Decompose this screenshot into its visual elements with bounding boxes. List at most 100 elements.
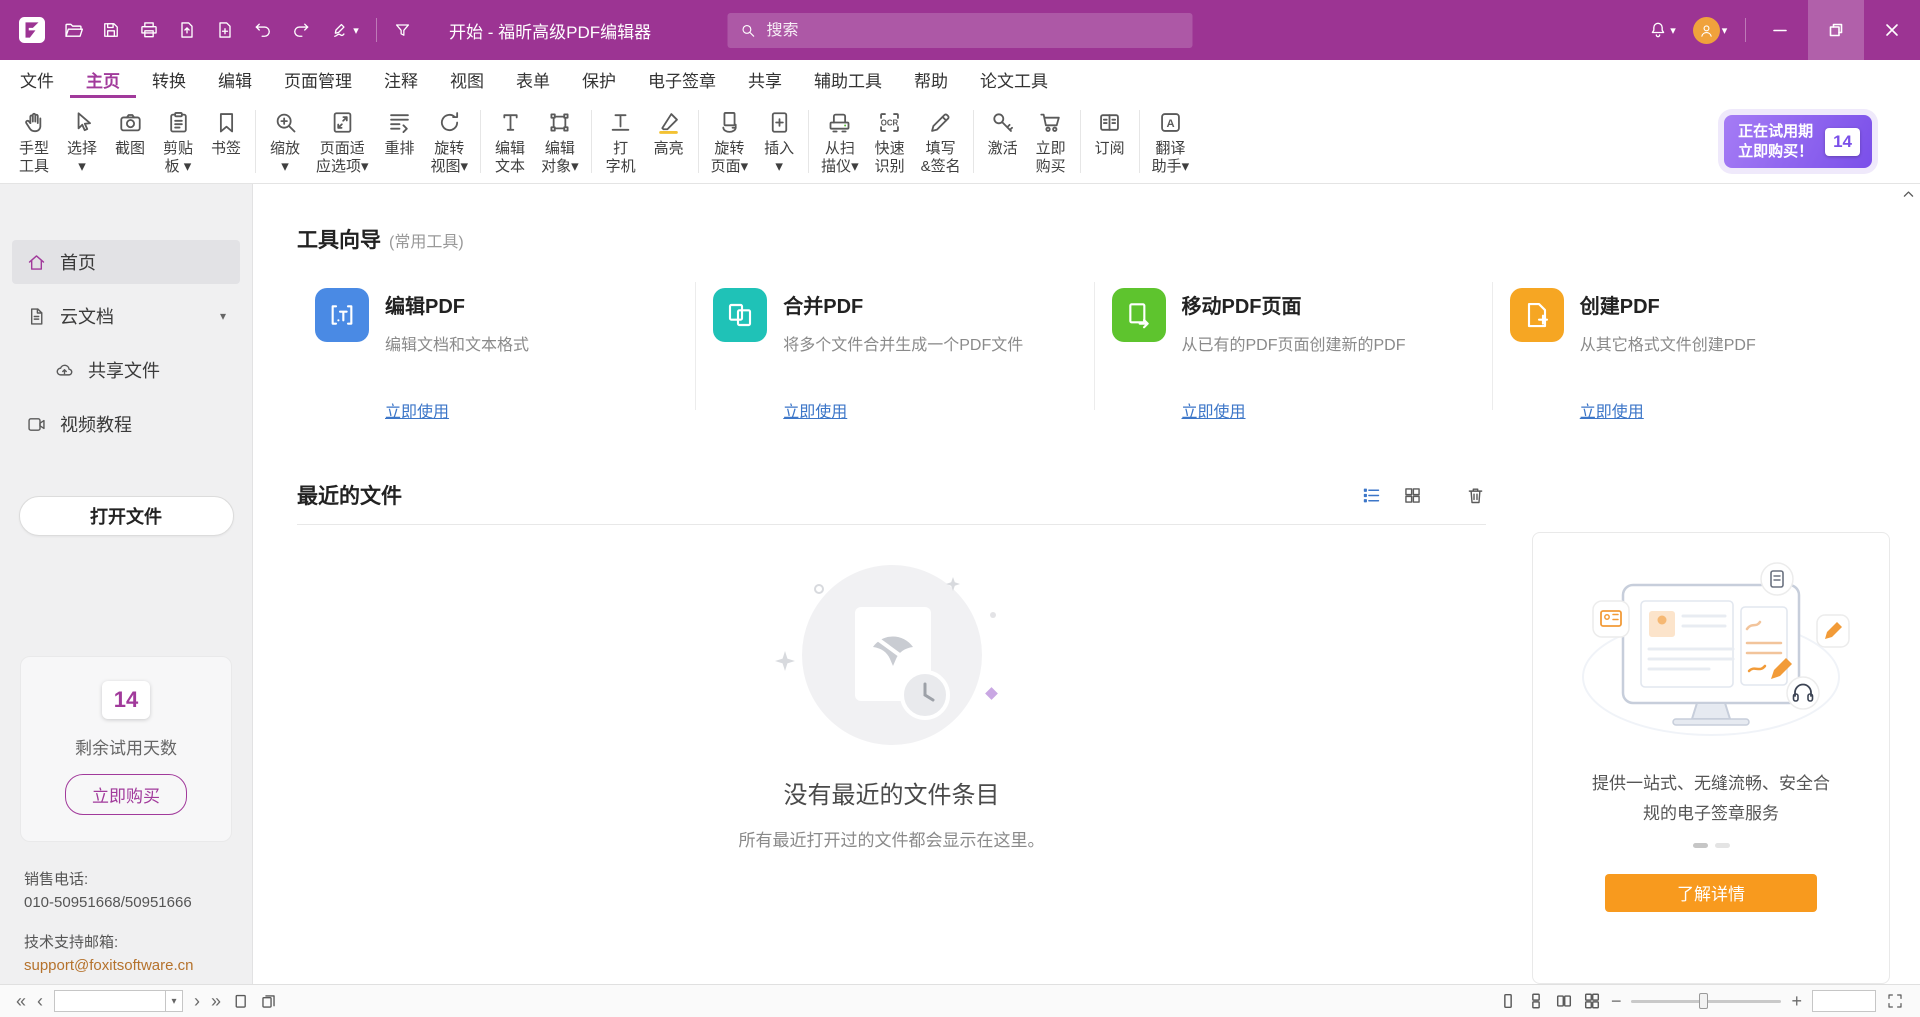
typewriter-button[interactable]: 打 字机 bbox=[597, 100, 645, 183]
zoom-slider-thumb[interactable] bbox=[1699, 993, 1708, 1009]
learn-more-button[interactable]: 了解详情 bbox=[1605, 874, 1817, 912]
use-now-link[interactable]: 立即使用 bbox=[1182, 398, 1246, 422]
menu-comment[interactable]: 注释 bbox=[368, 60, 434, 98]
carousel-dot-active[interactable] bbox=[1693, 843, 1708, 848]
use-now-link[interactable]: 立即使用 bbox=[1580, 398, 1644, 422]
card-desc: 编辑文档和文本格式 bbox=[385, 331, 677, 355]
fullscreen-icon[interactable] bbox=[1886, 992, 1904, 1010]
menu-paper-tools[interactable]: 论文工具 bbox=[964, 60, 1064, 98]
continuous-view-icon[interactable] bbox=[1527, 992, 1545, 1010]
highlight-button[interactable]: 高亮 bbox=[645, 100, 693, 183]
menu-form[interactable]: 表单 bbox=[500, 60, 566, 98]
trash-icon[interactable] bbox=[1465, 485, 1486, 506]
sidebar-item-cloud-docs[interactable]: 云文档 ▾ bbox=[12, 294, 240, 338]
funnel-button[interactable] bbox=[383, 10, 421, 50]
ribbon-divider bbox=[698, 110, 699, 173]
menu-esign[interactable]: 电子签章 bbox=[632, 60, 732, 98]
single-page-copy-icon[interactable] bbox=[232, 993, 249, 1010]
search-box[interactable] bbox=[728, 13, 1193, 48]
prev-page-button[interactable]: ‹ bbox=[37, 992, 43, 1010]
continuous-facing-view-icon[interactable] bbox=[1583, 992, 1601, 1010]
tool-card-merge-pdf[interactable]: 合并PDF 将多个文件合并生成一个PDF文件 立即使用 bbox=[695, 276, 1093, 434]
menu-convert[interactable]: 转换 bbox=[136, 60, 202, 98]
use-now-link[interactable]: 立即使用 bbox=[385, 398, 449, 422]
menu-protect[interactable]: 保护 bbox=[566, 60, 632, 98]
rotate-pages-button[interactable]: 旋转 页面▾ bbox=[704, 100, 756, 183]
reflow-button[interactable]: 重排 bbox=[376, 100, 424, 183]
hand-tool-button[interactable]: 手型 工具 bbox=[10, 100, 58, 183]
list-view-icon[interactable] bbox=[1361, 485, 1382, 506]
bookmark-button[interactable]: 书签 bbox=[202, 100, 250, 183]
fill-sign-button[interactable]: 填写 &签名 bbox=[914, 100, 968, 183]
menu-share[interactable]: 共享 bbox=[732, 60, 798, 98]
edit-text-button[interactable]: 编辑 文本 bbox=[486, 100, 534, 183]
snapshot-button[interactable]: 截图 bbox=[106, 100, 154, 183]
fit-page-options-button[interactable]: 页面适 应选项▾ bbox=[309, 100, 376, 183]
sidebar-item-video-tutorials[interactable]: 视频教程 bbox=[12, 402, 240, 446]
activate-button[interactable]: 激活 bbox=[979, 100, 1027, 183]
tool-card-edit-pdf[interactable]: 编辑PDF 编辑文档和文本格式 立即使用 bbox=[297, 276, 695, 434]
first-page-button[interactable]: « bbox=[16, 992, 26, 1010]
zoom-button[interactable]: 缩放 ▾ bbox=[261, 100, 309, 183]
esign-button[interactable]: ▾ bbox=[320, 10, 370, 50]
next-page-button[interactable]: › bbox=[194, 992, 200, 1010]
undo-button[interactable] bbox=[244, 10, 282, 50]
scrollbar-up-arrow[interactable] bbox=[1902, 188, 1915, 201]
menu-file[interactable]: 文件 bbox=[4, 60, 70, 98]
save-button[interactable] bbox=[92, 10, 130, 50]
edit-object-button[interactable]: 编辑 对象▾ bbox=[534, 100, 586, 183]
menu-accessibility[interactable]: 辅助工具 bbox=[798, 60, 898, 98]
subscribe-button[interactable]: 订阅 bbox=[1086, 100, 1134, 183]
translate-assistant-button[interactable]: A 翻译 助手▾ bbox=[1145, 100, 1197, 183]
single-page-view-icon[interactable] bbox=[1499, 992, 1517, 1010]
chevron-down-icon[interactable]: ▾ bbox=[220, 309, 226, 323]
buy-now-button[interactable]: 立即 购买 bbox=[1027, 100, 1075, 183]
menu-view[interactable]: 视图 bbox=[434, 60, 500, 98]
buy-now-pill-button[interactable]: 立即购买 bbox=[65, 774, 187, 815]
last-page-button[interactable]: » bbox=[211, 992, 221, 1010]
support-email-address[interactable]: support@foxitsoftware.cn bbox=[24, 954, 252, 977]
open-file-button[interactable] bbox=[54, 10, 92, 50]
trial-buy-badge[interactable]: 正在试用期 立即购买！ 14 bbox=[1724, 115, 1872, 168]
move-pdf-pages-icon bbox=[1112, 288, 1166, 342]
titlebar: ▾ 开始 - 福昕高级PDF编辑器 ▾ ▾ bbox=[0, 0, 1920, 60]
tool-card-create-pdf[interactable]: 创建PDF 从其它格式文件创建PDF 立即使用 bbox=[1492, 276, 1890, 434]
menu-help[interactable]: 帮助 bbox=[898, 60, 964, 98]
sidebar-item-shared-files[interactable]: 共享文件 bbox=[12, 348, 240, 392]
tool-card-move-pdf-pages[interactable]: 移动PDF页面 从已有的PDF页面创建新的PDF 立即使用 bbox=[1094, 276, 1492, 434]
account-button[interactable]: ▾ bbox=[1681, 10, 1739, 50]
grid-view-icon[interactable] bbox=[1402, 485, 1423, 506]
zoom-percent-input[interactable] bbox=[1812, 990, 1876, 1012]
ocr-button[interactable]: OCR 快速 识别 bbox=[866, 100, 914, 183]
menu-edit[interactable]: 编辑 bbox=[202, 60, 268, 98]
export-pdf-button[interactable] bbox=[168, 10, 206, 50]
menu-page-management[interactable]: 页面管理 bbox=[268, 60, 368, 98]
carousel-dot[interactable] bbox=[1715, 843, 1730, 848]
multi-page-copy-icon[interactable] bbox=[260, 993, 277, 1010]
zoom-out-button[interactable]: − bbox=[1611, 992, 1622, 1010]
clipboard-button[interactable]: 剪贴 板 ▾ bbox=[154, 100, 202, 183]
open-file-pill-button[interactable]: 打开文件 bbox=[19, 496, 234, 536]
zoom-slider[interactable] bbox=[1631, 1000, 1781, 1003]
ribbon-divider bbox=[1080, 110, 1081, 173]
facing-view-icon[interactable] bbox=[1555, 992, 1573, 1010]
page-number-input[interactable] bbox=[55, 991, 165, 1011]
rotate-view-button[interactable]: 旋转 视图▾ bbox=[424, 100, 476, 183]
redo-button[interactable] bbox=[282, 10, 320, 50]
sidebar-item-home[interactable]: 首页 bbox=[12, 240, 240, 284]
insert-pages-button[interactable]: 插入 ▾ bbox=[755, 100, 803, 183]
search-input[interactable] bbox=[767, 22, 1181, 40]
menu-home[interactable]: 主页 bbox=[70, 60, 136, 98]
notifications-button[interactable]: ▾ bbox=[1643, 10, 1681, 50]
create-pdf-button[interactable] bbox=[206, 10, 244, 50]
zoom-in-button[interactable]: + bbox=[1791, 992, 1802, 1010]
select-tool-button[interactable]: 选择 ▾ bbox=[58, 100, 106, 183]
print-button[interactable] bbox=[130, 10, 168, 50]
restore-button[interactable] bbox=[1808, 0, 1864, 60]
minimize-button[interactable] bbox=[1752, 0, 1808, 60]
page-dropdown-button[interactable]: ▾ bbox=[165, 991, 182, 1011]
from-scanner-button[interactable]: 从扫 描仪▾ bbox=[814, 100, 866, 183]
promo-text: 提供一站式、无缝流畅、安全合 规的电子签章服务 bbox=[1592, 769, 1830, 829]
close-button[interactable] bbox=[1864, 0, 1920, 60]
use-now-link[interactable]: 立即使用 bbox=[783, 398, 847, 422]
